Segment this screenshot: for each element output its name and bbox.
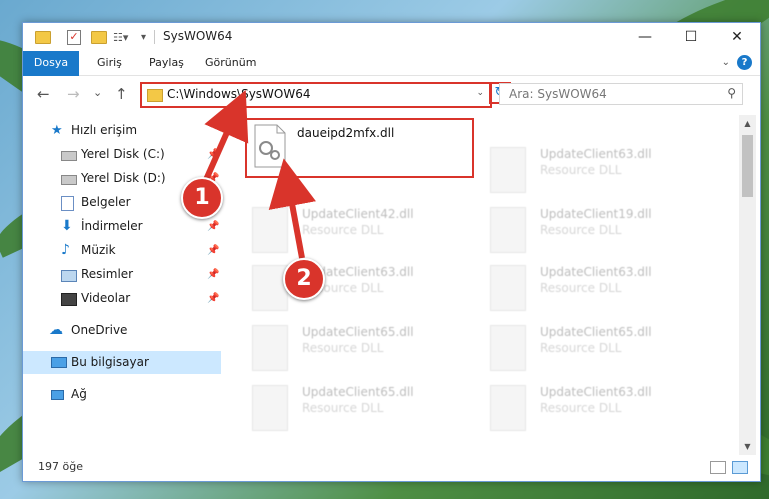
step-1-badge: 1 — [181, 177, 223, 219]
annotation-overlay — [202, 90, 316, 259]
step-2-badge: 2 — [283, 258, 325, 300]
annotation-arrow-1 — [202, 90, 249, 184]
annotation-arrow-2 — [268, 158, 316, 259]
